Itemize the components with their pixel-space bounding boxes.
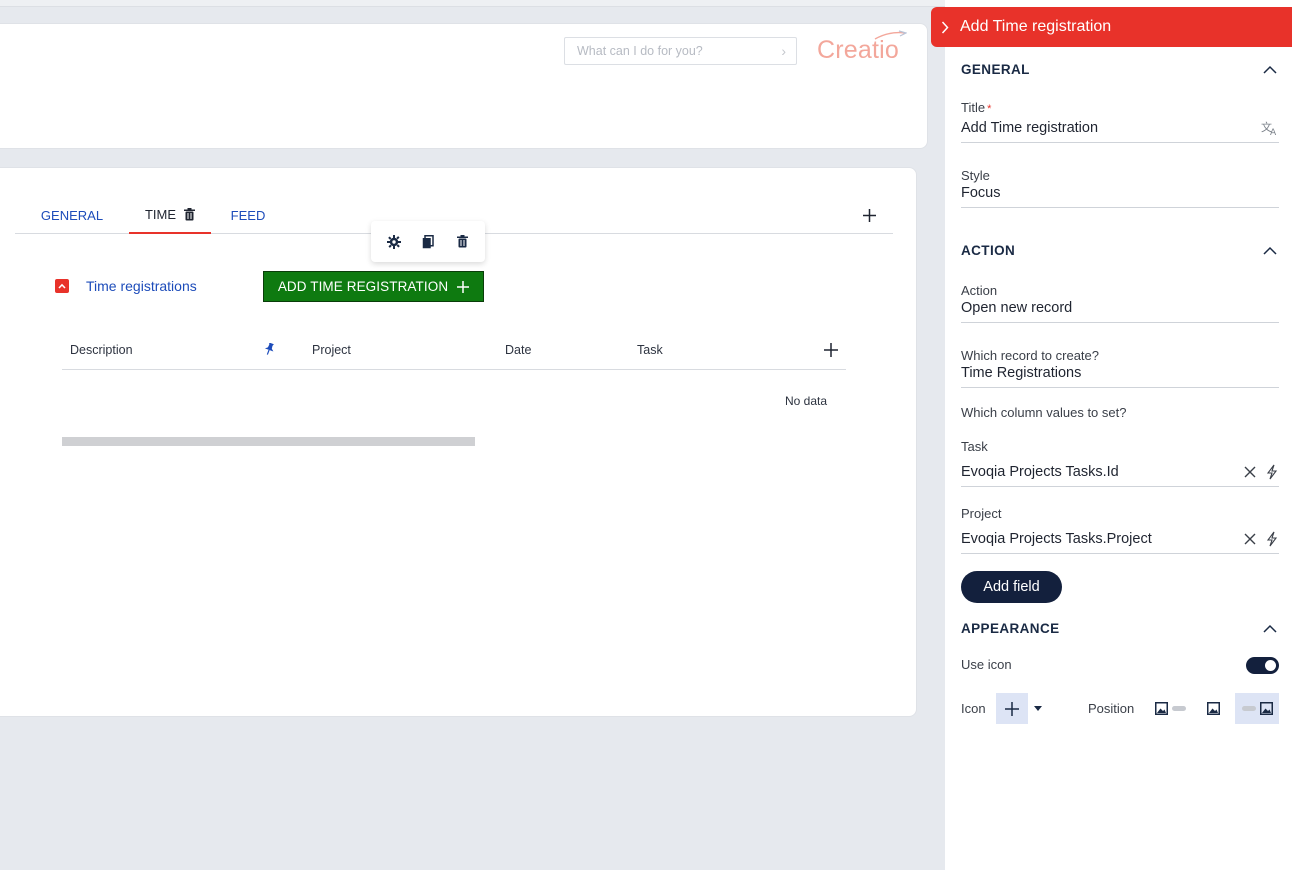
section-action-title[interactable]: ACTION	[961, 243, 1015, 258]
svg-text:A: A	[1270, 128, 1277, 136]
trash-icon[interactable]	[184, 207, 196, 221]
panel-header: Add Time registration	[931, 7, 1292, 47]
section-appearance-title[interactable]: APPEARANCE	[961, 621, 1060, 636]
column-task[interactable]: Task	[637, 343, 663, 357]
logo-text: Creatio	[817, 36, 899, 64]
toggle-knob	[1265, 660, 1276, 671]
lightning-icon[interactable]	[1266, 464, 1278, 480]
copy-icon[interactable]	[417, 231, 439, 253]
panel-title: Add Time registration	[960, 18, 1112, 35]
text-placeholder-pill	[1241, 706, 1256, 711]
action-field[interactable]: Open new record	[961, 300, 1279, 323]
record-label: Which record to create?	[961, 348, 1100, 363]
add-column-plus-icon[interactable]	[824, 343, 838, 360]
command-search-input[interactable]: What can I do for you? ›	[564, 37, 797, 65]
column-date[interactable]: Date	[505, 343, 531, 357]
action-label: Action	[961, 283, 998, 298]
add-field-label: Add field	[983, 579, 1040, 595]
chevron-up-icon[interactable]	[1262, 621, 1278, 637]
logo-swoosh-icon	[874, 30, 907, 40]
record-page-card: GENERAL TIME FEED Time registrations ADD…	[0, 167, 917, 717]
collapse-caret-icon[interactable]	[55, 279, 69, 293]
settings-gear-icon[interactable]	[383, 231, 405, 253]
detail-title[interactable]: Time registrations	[86, 278, 197, 294]
title-field[interactable]: Add Time registration	[961, 120, 1279, 143]
horizontal-scrollbar[interactable]	[62, 437, 475, 446]
record-value: Time Registrations	[961, 365, 1082, 381]
task-value: Evoqia Projects Tasks.Id	[961, 464, 1119, 480]
translate-icon[interactable]: 文A	[1261, 121, 1278, 136]
collapse-panel-chevron-icon[interactable]	[931, 20, 959, 34]
action-value: Open new record	[961, 300, 1073, 316]
column-project[interactable]: Project	[312, 343, 351, 357]
chevron-up-icon[interactable]	[1262, 62, 1278, 78]
tab-time[interactable]: TIME	[129, 196, 211, 234]
top-strip	[0, 0, 945, 7]
clear-x-icon[interactable]	[1244, 533, 1256, 545]
tab-time-label: TIME	[144, 206, 177, 222]
add-button-label: ADD TIME REGISTRATION	[277, 279, 449, 294]
style-value: Focus	[961, 185, 1001, 201]
project-value: Evoqia Projects Tasks.Project	[961, 531, 1152, 547]
project-label: Project	[961, 506, 1002, 521]
title-label: Title *	[961, 100, 992, 115]
element-toolbar	[371, 221, 485, 262]
properties-panel: Add Time registration GENERAL Title * Add…	[931, 0, 1292, 870]
use-icon-toggle[interactable]	[1246, 657, 1279, 674]
title-field-icons: 文A	[1261, 121, 1278, 136]
task-field-icons	[1244, 464, 1278, 480]
tab-feed-label: FEED	[230, 207, 266, 223]
plus-icon	[457, 280, 470, 293]
project-field-icons	[1244, 531, 1278, 547]
caret-down-icon[interactable]	[1031, 700, 1045, 716]
position-icon-left-option[interactable]	[1150, 693, 1190, 724]
title-value: Add Time registration	[961, 120, 1099, 136]
icon-label: Icon	[961, 701, 986, 716]
task-label: Task	[961, 439, 988, 454]
chevron-up-icon[interactable]	[1262, 243, 1278, 259]
use-icon-label: Use icon	[961, 657, 1012, 672]
tab-general-label: GENERAL	[40, 207, 104, 223]
empty-state-text: No data	[785, 394, 828, 408]
image-icon	[1259, 702, 1273, 715]
add-tab-plus-icon[interactable]	[859, 205, 879, 225]
tab-general[interactable]: GENERAL	[39, 196, 105, 234]
lightning-icon[interactable]	[1266, 531, 1278, 547]
icon-picker[interactable]	[996, 693, 1028, 724]
position-icon-only-option[interactable]	[1200, 693, 1226, 724]
position-label: Position	[1088, 701, 1135, 716]
record-field[interactable]: Time Registrations	[961, 365, 1279, 388]
page-header-card: What can I do for you? › Creatio	[0, 23, 928, 149]
pin-icon[interactable]	[264, 342, 275, 358]
position-icon-right-option[interactable]	[1235, 693, 1279, 724]
image-icon	[1154, 702, 1168, 715]
style-field[interactable]: Focus	[961, 185, 1279, 208]
style-label: Style	[961, 168, 990, 183]
text-placeholder-pill	[1171, 706, 1186, 711]
section-general-title[interactable]: GENERAL	[961, 62, 1030, 77]
detail-header: Time registrations	[55, 271, 197, 301]
task-field[interactable]: Evoqia Projects Tasks.Id	[961, 464, 1279, 487]
delete-trash-icon[interactable]	[451, 231, 473, 253]
add-field-button[interactable]: Add field	[961, 571, 1062, 603]
project-field[interactable]: Evoqia Projects Tasks.Project	[961, 531, 1279, 554]
chevron-right-icon[interactable]: ›	[781, 43, 786, 59]
tab-feed[interactable]: FEED	[221, 196, 275, 234]
clear-x-icon[interactable]	[1244, 466, 1256, 478]
column-description[interactable]: Description	[70, 343, 133, 357]
add-time-registration-button[interactable]: ADD TIME REGISTRATION	[263, 271, 484, 302]
image-icon	[1206, 702, 1220, 715]
plus-icon	[1005, 701, 1019, 716]
search-placeholder: What can I do for you?	[577, 44, 703, 58]
creatio-logo: Creatio	[817, 30, 907, 65]
column-values-label: Which column values to set?	[961, 405, 1127, 420]
grid-header: Description Project Date Task	[62, 334, 846, 370]
